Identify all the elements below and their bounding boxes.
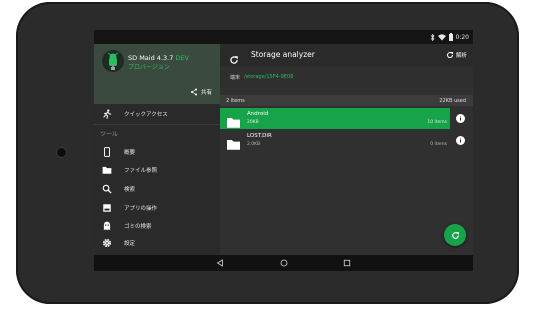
wifi-icon [437, 33, 446, 40]
toolbar: Storage analyzer 解析 [220, 44, 473, 66]
app-box-icon [102, 203, 112, 213]
share-icon [190, 88, 197, 96]
page-title: Storage analyzer [251, 50, 315, 59]
app-logo-icon [102, 50, 124, 72]
nav-label-overview: 概要 [124, 150, 136, 156]
drawer-section-tools: ツール [100, 131, 119, 138]
item-size: 2.0KB [247, 142, 261, 147]
item-size: 20KB [247, 120, 259, 125]
share-label: 共有 [200, 90, 212, 96]
analyze-label: 解析 [455, 53, 467, 59]
path-bar: 端末 /storage/15F4-9E08 [220, 66, 473, 88]
info-button[interactable] [456, 114, 465, 123]
back-icon[interactable] [215, 258, 225, 268]
front-camera [57, 148, 66, 157]
share-button[interactable]: 共有 [190, 88, 212, 96]
folder-icon [227, 135, 240, 150]
path-label: 端末 [230, 75, 241, 81]
battery-icon [448, 33, 453, 41]
item-count-label: 0 items [430, 142, 447, 147]
nav-item-file-explorer[interactable]: ファイル参照 [94, 162, 220, 178]
nav-label-search: 検索 [124, 187, 136, 193]
list-item[interactable]: LOST.DIR 2.0KB 0 items [220, 130, 450, 151]
nav-item-corpse-finder[interactable]: ゴミの検索 [94, 218, 220, 234]
nav-item-quick-access[interactable]: クイックアクセス [94, 106, 220, 122]
item-name: Android [247, 111, 269, 117]
search-icon [102, 184, 112, 194]
info-button[interactable] [456, 136, 465, 145]
tablet-frame: 0:20 SD Maid 4.3.7 DEV プロバージョン 共有 クイックアク… [16, 2, 519, 304]
running-icon [102, 109, 112, 119]
nav-label-file-explorer: ファイル参照 [124, 168, 158, 174]
screen: 0:20 SD Maid 4.3.7 DEV プロバージョン 共有 クイックアク… [94, 30, 473, 271]
nav-label-settings: 設定 [124, 241, 136, 247]
nav-label-app-control: アプリの操作 [124, 206, 158, 212]
folder-icon [227, 113, 240, 128]
info-icon [460, 116, 461, 121]
recents-icon[interactable] [342, 258, 352, 268]
analyze-button[interactable]: 解析 [446, 51, 467, 59]
nav-item-overview[interactable]: 概要 [94, 144, 220, 160]
ghost-icon [102, 221, 112, 231]
nav-label-corpse-finder: ゴミの検索 [124, 224, 152, 230]
app-name: SD Maid 4.3.7 DEV [128, 54, 189, 62]
nav-item-search[interactable]: 検索 [94, 181, 220, 197]
nav-item-settings[interactable]: 設定 [94, 235, 220, 251]
summary-bar: 2 items 22KB used [220, 95, 473, 106]
app-edition: プロバージョン [128, 64, 170, 71]
nav-item-app-control[interactable]: アプリの操作 [94, 200, 220, 216]
path-value[interactable]: /storage/15F4-9E08 [244, 74, 293, 80]
nav-label-quick-access: クイックアクセス [124, 112, 168, 118]
home-icon[interactable] [279, 258, 289, 268]
item-count: 2 items [226, 98, 245, 104]
drawer-divider [94, 124, 220, 125]
storage-analyzer-panel: Storage analyzer 解析 端末 /storage/15F4-9E0… [220, 44, 473, 255]
gear-icon [102, 238, 112, 248]
refresh-icon[interactable] [229, 50, 239, 64]
app-channel: DEV [175, 54, 189, 62]
drawer-header: SD Maid 4.3.7 DEV プロバージョン 共有 [94, 44, 220, 104]
phone-icon [102, 147, 112, 157]
refresh-small-icon [447, 52, 453, 59]
navigation-drawer: SD Maid 4.3.7 DEV プロバージョン 共有 クイックアクセス ツー… [94, 44, 220, 255]
app-version: SD Maid 4.3.7 [128, 54, 174, 62]
status-bar: 0:20 [94, 30, 473, 44]
refresh-fab[interactable] [444, 224, 466, 246]
info-icon [460, 138, 461, 143]
item-count-label: 10 items [427, 120, 447, 125]
refresh-icon [451, 231, 459, 239]
status-time: 0:20 [455, 33, 469, 41]
used-size: 22KB used [439, 98, 466, 104]
item-name: LOST.DIR [247, 133, 272, 139]
bluetooth-icon [430, 33, 435, 41]
list-item[interactable]: Android 20KB 10 items [220, 108, 450, 129]
system-nav-bar [94, 255, 473, 271]
folder-icon [102, 165, 112, 175]
status-icons: 0:20 [430, 32, 469, 42]
